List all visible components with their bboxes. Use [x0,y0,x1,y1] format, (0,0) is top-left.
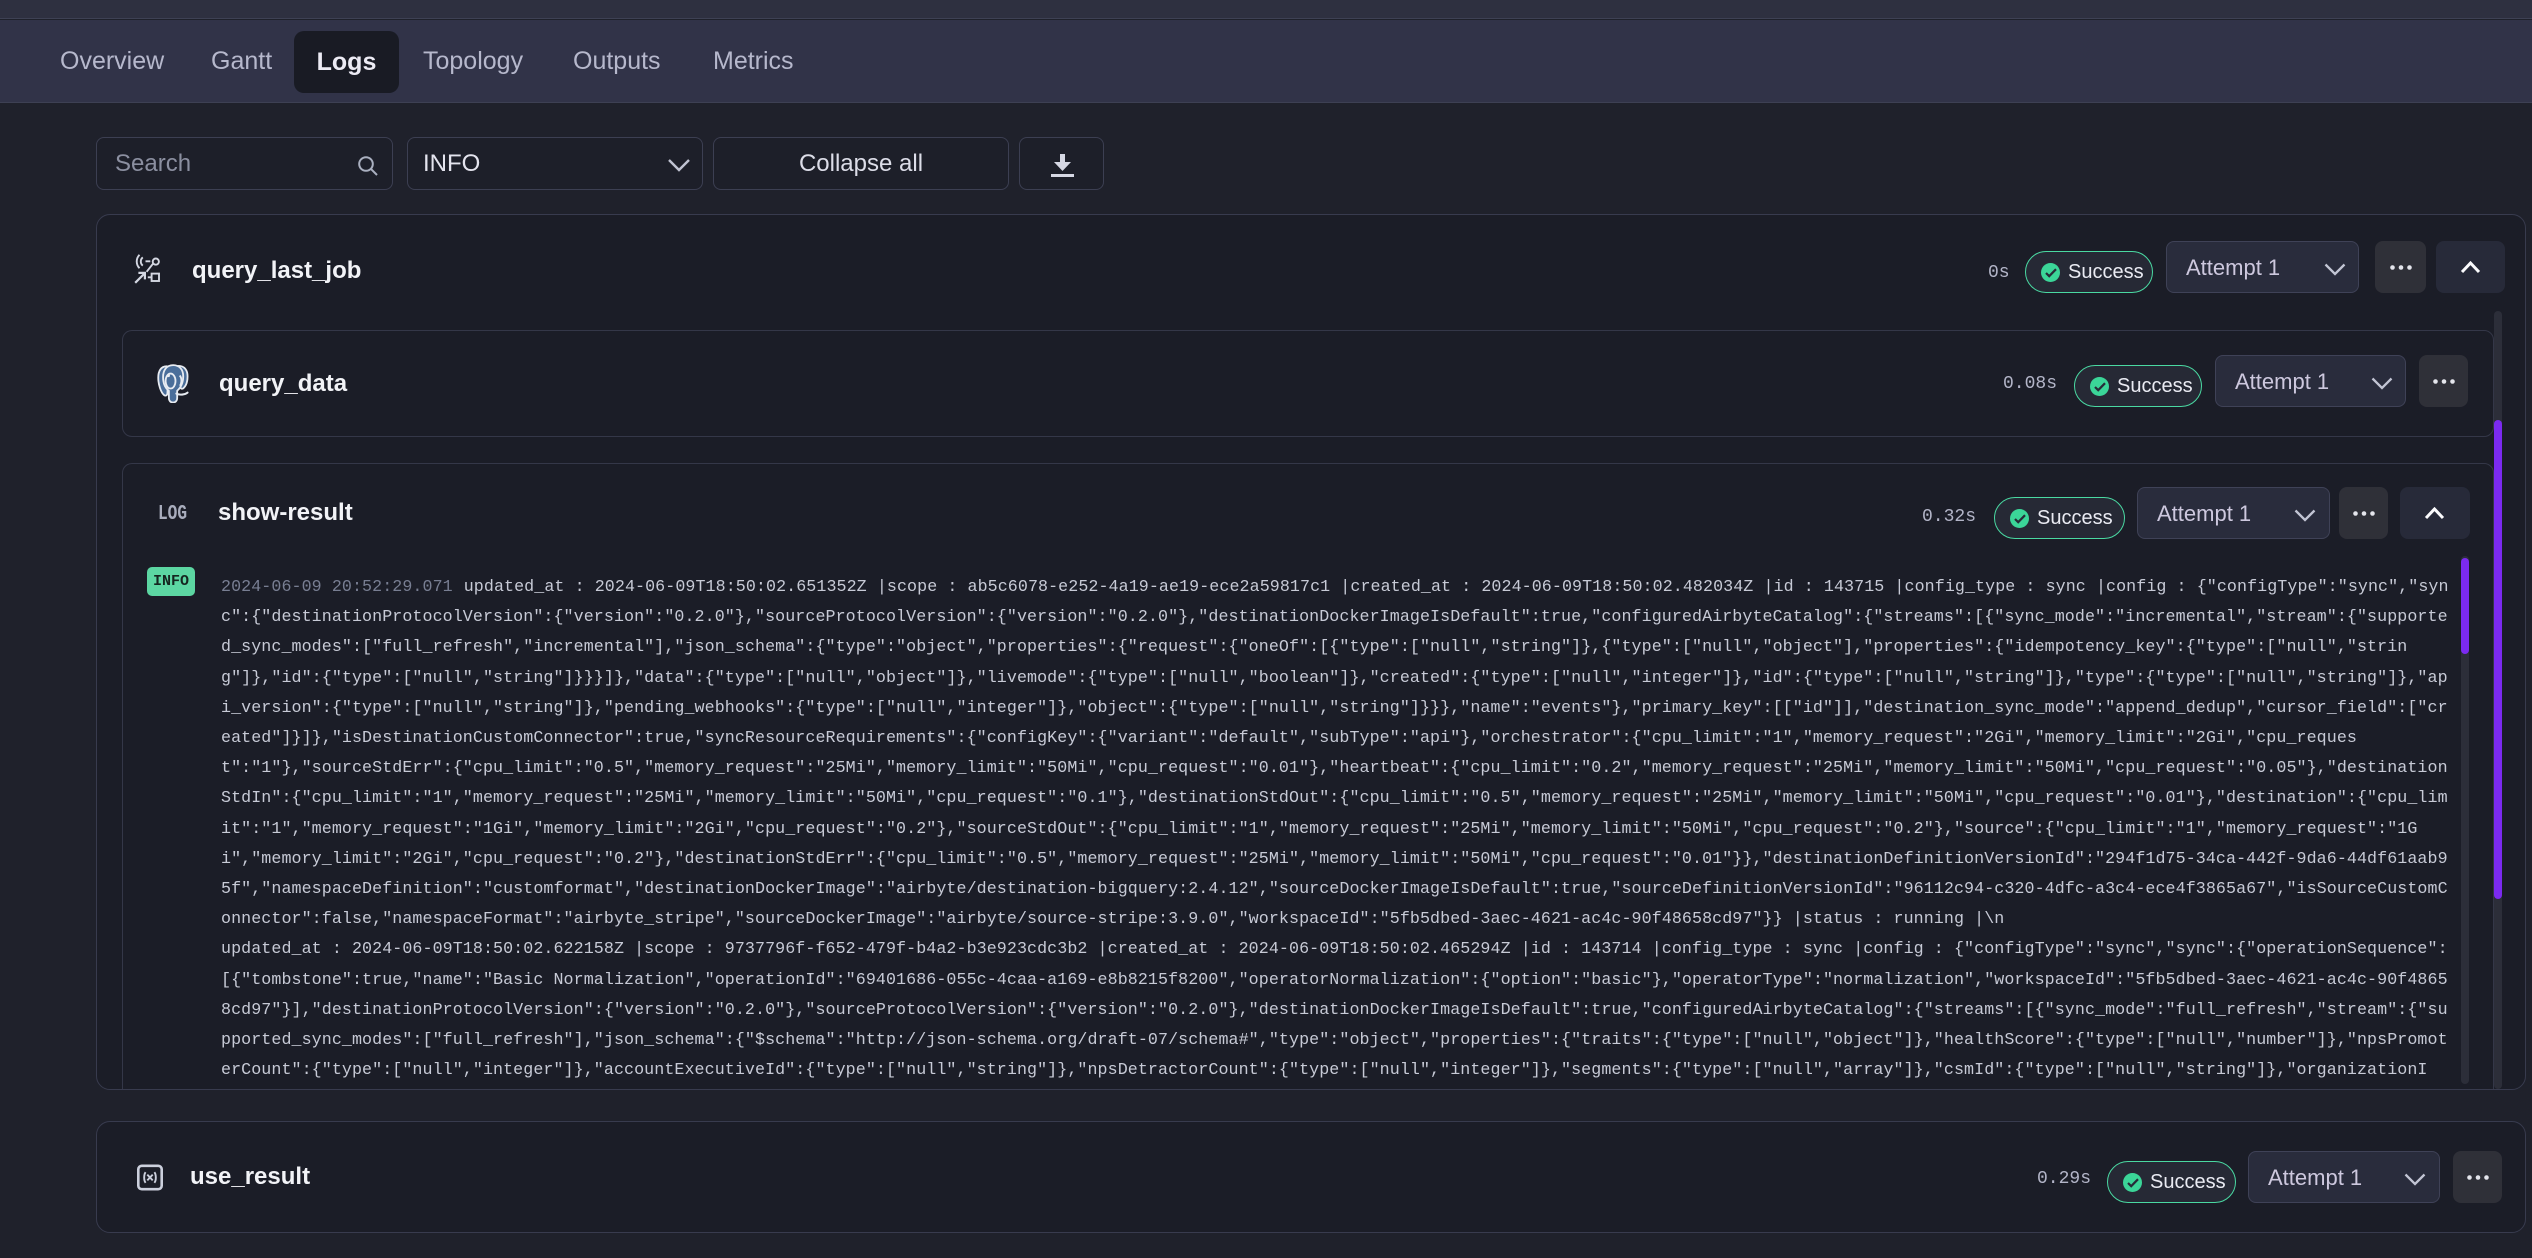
svg-text:LOG: LOG [158,503,187,524]
